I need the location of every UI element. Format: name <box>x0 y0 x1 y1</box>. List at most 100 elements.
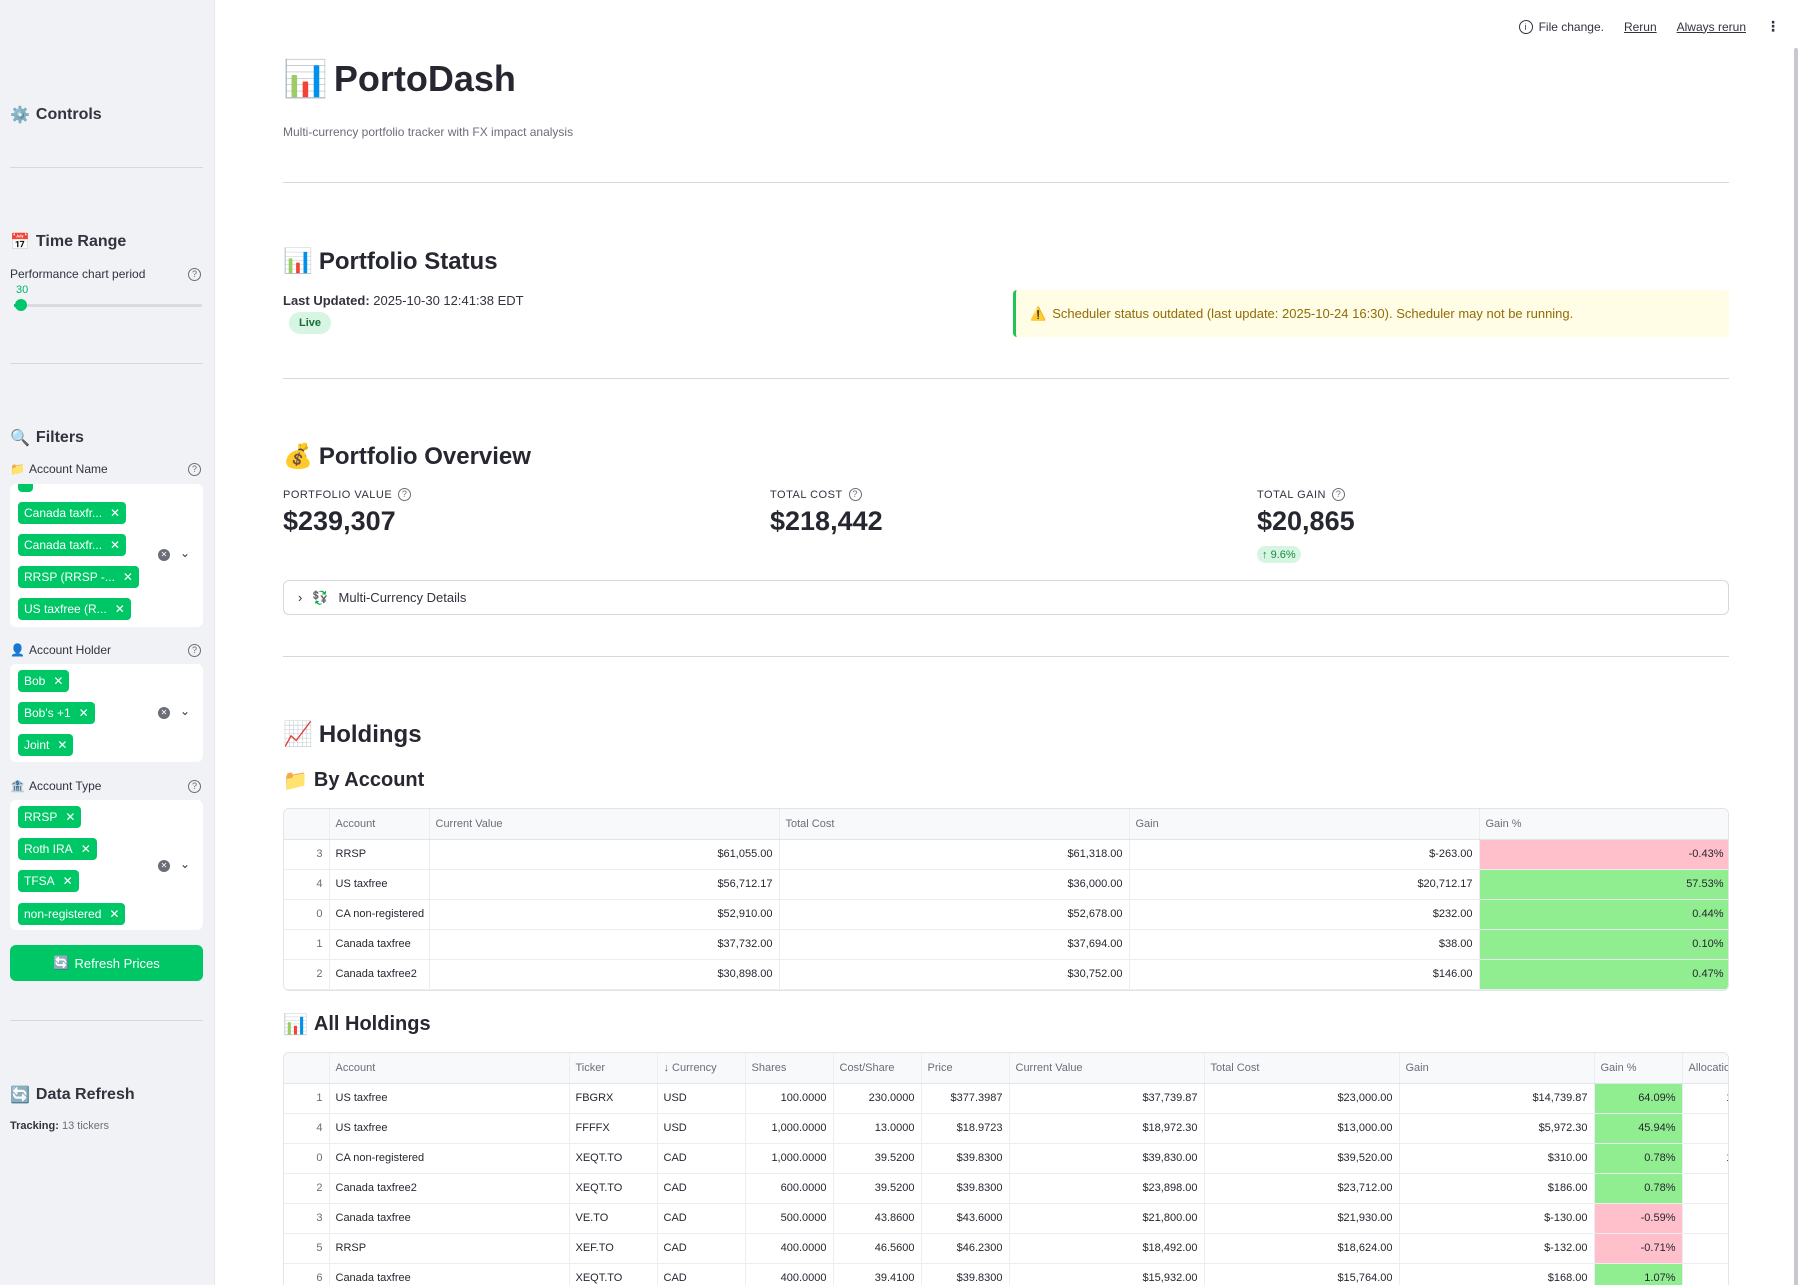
table-cell: $46.2300 <box>921 1233 1010 1264</box>
help-icon[interactable]: ? <box>398 488 412 501</box>
table-row[interactable]: 3 Canada taxfree VE.TO CAD 500.0000 43.8600 $4… <box>284 1203 1728 1234</box>
table-cell: 46.5600 <box>833 1233 922 1264</box>
close-icon[interactable]: ✕ <box>110 506 120 520</box>
table-cell: $39.8300 <box>921 1143 1010 1174</box>
table-cell: 500.0000 <box>745 1203 834 1234</box>
table-row[interactable]: 2 Canada taxfree2 $30,898.00 $30,752.00 $146… <box>284 959 1728 990</box>
clear-icon[interactable]: ✕ <box>158 860 170 872</box>
account-type-multiselect[interactable]: RRSP ✕ Roth IRA ✕ TFSA ✕ non-registered ✕ ✕ … <box>10 800 203 930</box>
help-icon[interactable]: ? <box>188 644 201 657</box>
info-icon: i <box>1518 19 1533 34</box>
help-icon[interactable]: ? <box>848 488 862 501</box>
column-header[interactable]: Total Cost <box>1204 1053 1400 1084</box>
column-header[interactable]: Ticker <box>569 1053 658 1084</box>
account-name-chip[interactable]: US taxfree (R... ✕ <box>18 598 131 620</box>
table-cell: $15,932.00 <box>1009 1263 1205 1285</box>
clear-icon[interactable]: ✕ <box>158 549 170 561</box>
by-account-table[interactable]: Account Current Value Total Cost Gain Gain %… <box>283 808 1729 991</box>
help-icon[interactable]: ? <box>188 463 201 476</box>
table-row[interactable]: 2 Canada taxfree2 XEQT.TO CAD 600.0000 39.520… <box>284 1173 1728 1204</box>
column-header[interactable]: Allocation % <box>1682 1053 1728 1084</box>
account-holder-chip[interactable]: Bob ✕ <box>18 670 70 692</box>
table-cell: 400.0000 <box>745 1233 834 1264</box>
column-header[interactable]: Cost/Share <box>833 1053 922 1084</box>
rerun-button[interactable]: Rerun <box>1624 20 1657 34</box>
account-name-chip[interactable]: Canada taxfr... ✕ <box>18 534 127 556</box>
column-header[interactable]: Current Value <box>429 809 780 840</box>
account-type-chip[interactable]: TFSA ✕ <box>18 870 79 892</box>
slider-thumb[interactable] <box>15 299 27 311</box>
help-icon[interactable]: ? <box>188 780 201 793</box>
help-icon[interactable]: ? <box>188 268 201 281</box>
column-header[interactable] <box>284 1053 330 1084</box>
account-type-chip[interactable]: RRSP ✕ <box>18 806 82 828</box>
close-icon[interactable]: ✕ <box>57 738 67 752</box>
table-cell: 100.0000 <box>745 1083 834 1114</box>
chevron-down-icon[interactable]: ⌄ <box>180 857 190 871</box>
account-type-chip[interactable]: Roth IRA ✕ <box>18 838 97 860</box>
column-header[interactable]: Current Value <box>1009 1053 1205 1084</box>
account-type-label: 🏦 Account Type <box>10 779 102 793</box>
column-header[interactable]: ↓ Currency <box>657 1053 746 1084</box>
table-row[interactable]: 4 US taxfree FFFFX USD 1,000.0000 13.0000 $18.… <box>284 1113 1728 1144</box>
table-cell: $377.3987 <box>921 1083 1010 1114</box>
column-header[interactable]: Total Cost <box>779 809 1130 840</box>
bar-chart-icon: 📊 <box>283 248 313 275</box>
table-row[interactable]: 1 US taxfree FBGRX USD 100.0000 230.0000 $377.… <box>284 1083 1728 1114</box>
column-header[interactable]: Price <box>921 1053 1010 1084</box>
column-header[interactable]: Shares <box>745 1053 834 1084</box>
close-icon[interactable]: ✕ <box>63 874 73 888</box>
column-header[interactable] <box>284 809 330 840</box>
column-header[interactable]: Account <box>329 1053 570 1084</box>
table-cell: $186.00 <box>1399 1173 1595 1204</box>
more-menu-icon[interactable]: ⋮ <box>1766 18 1780 35</box>
column-header[interactable]: Gain % <box>1594 1053 1683 1084</box>
table-cell: $18.9723 <box>921 1113 1010 1144</box>
slider-track[interactable] <box>14 304 202 307</box>
account-type-chip[interactable]: non-registered ✕ <box>18 903 126 925</box>
all-holdings-heading: 📊 All Holdings <box>283 1013 431 1036</box>
table-cell: 39.4100 <box>833 1263 922 1285</box>
table-row[interactable]: 0 CA non-registered $52,910.00 $52,678.00 $2… <box>284 899 1728 930</box>
table-row[interactable]: 3 RRSP $61,055.00 $61,318.00 $-263.00 -0.43% <box>284 839 1728 870</box>
scrollbar[interactable] <box>1794 48 1798 1285</box>
refresh-prices-button[interactable]: 🔄 Refresh Prices <box>10 945 203 981</box>
divider <box>10 363 203 364</box>
close-icon[interactable]: ✕ <box>115 602 125 616</box>
all-holdings-table[interactable]: Account Ticker ↓ Currency Shares Cost/Share P… <box>283 1052 1729 1285</box>
table-row[interactable]: 1 Canada taxfree $37,732.00 $37,694.00 $38.0… <box>284 929 1728 960</box>
table-cell: XEQT.TO <box>569 1263 658 1285</box>
clear-icon[interactable]: ✕ <box>158 707 170 719</box>
chevron-down-icon[interactable]: ⌄ <box>180 704 190 718</box>
account-holder-chip[interactable]: Joint ✕ <box>18 734 74 756</box>
account-holder-chip[interactable]: Bob's +1 ✕ <box>18 702 95 724</box>
table-cell: $14,739.87 <box>1399 1083 1595 1114</box>
account-name-multiselect[interactable]: Canada taxfr... ✕ Canada taxfr... ✕ RRSP (… <box>10 484 203 627</box>
column-header[interactable]: Gain <box>1399 1053 1595 1084</box>
account-name-chip[interactable]: Canada taxfr... ✕ <box>18 502 127 524</box>
table-row[interactable]: 0 CA non-registered XEQT.TO CAD 1,000.0000 39… <box>284 1143 1728 1174</box>
close-icon[interactable]: ✕ <box>123 570 133 584</box>
close-icon[interactable]: ✕ <box>53 674 63 688</box>
account-holder-multiselect[interactable]: Bob ✕ Bob's +1 ✕ Joint ✕ ✕ ⌄ <box>10 664 203 762</box>
table-cell: CA non-registered <box>329 899 430 930</box>
column-header[interactable]: Gain % <box>1479 809 1728 840</box>
bar-chart-icon: 📊 <box>283 58 328 99</box>
table-row[interactable]: 5 RRSP XEF.TO CAD 400.0000 46.5600 $46.2300 $18… <box>284 1233 1728 1264</box>
table-row[interactable]: 6 Canada taxfree XEQT.TO CAD 400.0000 39.4100… <box>284 1263 1728 1285</box>
multi-currency-expander[interactable]: › 💱 Multi-Currency Details <box>283 580 1729 615</box>
always-rerun-button[interactable]: Always rerun <box>1677 20 1746 34</box>
close-icon[interactable]: ✕ <box>110 538 120 552</box>
table-row[interactable]: 4 US taxfree $56,712.17 $36,000.00 $20,712.1… <box>284 869 1728 900</box>
chevron-down-icon[interactable]: ⌄ <box>180 546 190 560</box>
column-header[interactable]: Gain <box>1129 809 1480 840</box>
close-icon[interactable]: ✕ <box>79 706 89 720</box>
table-cell: $52,910.00 <box>429 899 780 930</box>
help-icon[interactable]: ? <box>1331 488 1345 501</box>
account-name-chip[interactable]: RRSP (RRSP -... ✕ <box>18 566 139 588</box>
close-icon[interactable]: ✕ <box>109 907 119 921</box>
close-icon[interactable]: ✕ <box>65 810 75 824</box>
portfolio-status-heading: 📊 Portfolio Status <box>283 247 498 276</box>
close-icon[interactable]: ✕ <box>81 842 91 856</box>
column-header[interactable]: Account <box>329 809 430 840</box>
